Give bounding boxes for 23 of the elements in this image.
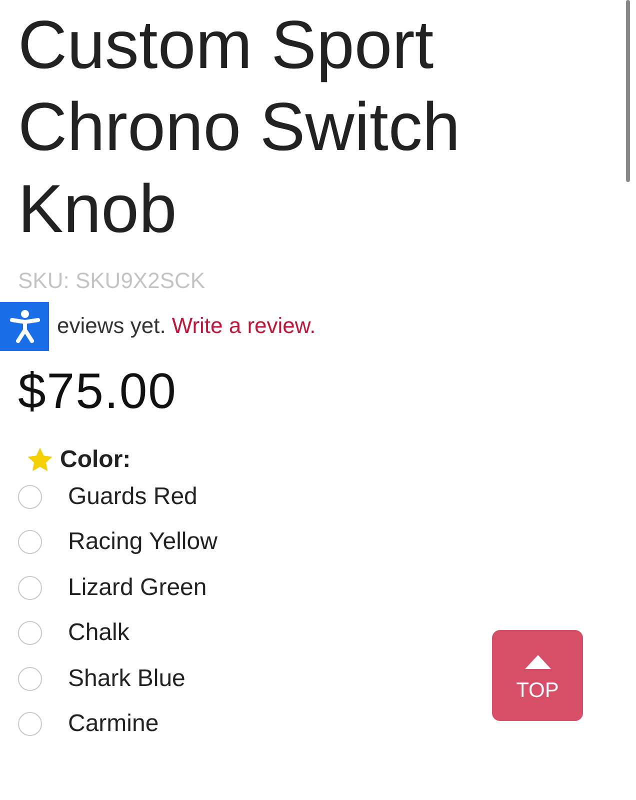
accessibility-button[interactable] [0,302,49,350]
radio-button[interactable] [18,666,42,691]
triangle-up-icon [524,655,550,669]
radio-button[interactable] [18,484,42,509]
scrollbar[interactable] [626,0,630,182]
reviews-text: eviews yet. [57,313,166,339]
option-text: Chalk [68,619,130,648]
sku-text: SKU: SKU9X2SCK [18,268,206,294]
option-text: Shark Blue [68,664,186,693]
radio-button[interactable] [18,576,42,600]
price: $75.00 [18,362,178,420]
radio-button[interactable] [18,621,42,646]
radio-button[interactable] [18,530,42,554]
option-text: Racing Yellow [68,528,218,556]
person-icon [10,309,40,343]
option-text: Guards Red [68,482,198,511]
write-review-link[interactable]: Write a review. [172,313,316,339]
product-title: Custom Sport Chrono Switch Knob [18,6,462,249]
top-button[interactable]: TOP [492,630,583,721]
option-text: Lizard Green [68,574,207,602]
radio-button[interactable] [18,712,42,736]
option-label: Color: [60,446,131,474]
option-text: Carmine [68,710,159,738]
